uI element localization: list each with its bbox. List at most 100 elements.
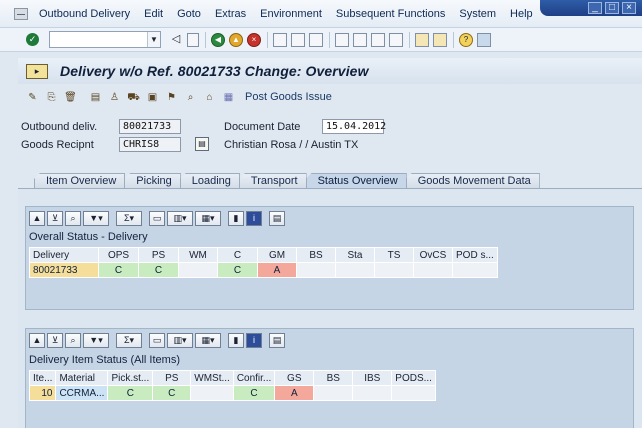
post-goods-issue-button[interactable]: Post Goods Issue	[245, 91, 332, 103]
tab-loading[interactable]: Loading	[179, 173, 240, 188]
info-icon[interactable]: i	[246, 332, 262, 348]
find-icon[interactable]	[291, 32, 305, 47]
menu-subsequent-functions[interactable]: Subsequent Functions	[336, 8, 445, 20]
first-page-icon[interactable]	[335, 32, 349, 47]
graphic-icon[interactable]: ▮	[228, 210, 244, 226]
column-select-icon[interactable]: ▤	[269, 210, 285, 226]
column-header[interactable]: PODS...	[391, 370, 436, 386]
delivery-cell[interactable]: 80021733	[29, 262, 99, 278]
details-icon[interactable]: ▲	[29, 210, 45, 226]
menu-extras[interactable]: Extras	[215, 8, 246, 20]
other-delivery-icon[interactable]: ⎘	[45, 91, 58, 104]
table-row[interactable]: 10 CCRMA... C C C A	[28, 385, 436, 401]
new-session-icon[interactable]	[415, 32, 429, 47]
status-cell[interactable]: C	[152, 385, 192, 401]
print-preview-icon[interactable]: ▭	[149, 210, 165, 226]
column-select-icon[interactable]: ▤	[269, 332, 285, 348]
table-row[interactable]: 80021733 C C C A	[29, 262, 498, 278]
status-cell[interactable]: C	[98, 262, 139, 278]
status-cell[interactable]	[313, 385, 354, 401]
sum-icon[interactable]: Σ▾	[116, 332, 142, 348]
tab-goods-movement-data[interactable]: Goods Movement Data	[405, 173, 540, 188]
column-header[interactable]: C	[217, 247, 258, 263]
minimize-button[interactable]: _	[588, 2, 602, 14]
status-cell[interactable]	[452, 262, 498, 278]
status-cell[interactable]: A	[274, 385, 315, 401]
column-header[interactable]: OvCS	[413, 247, 453, 263]
status-cell[interactable]	[190, 385, 234, 401]
partner-icon[interactable]: ♙	[108, 91, 121, 104]
search-items-icon[interactable]: ⌕	[184, 91, 197, 104]
status-cell[interactable]	[374, 262, 414, 278]
menu-environment[interactable]: Environment	[260, 8, 322, 20]
column-header[interactable]: GS	[274, 370, 315, 386]
column-header[interactable]: BS	[296, 247, 336, 263]
layout-select-icon[interactable]: ▦▾	[195, 332, 221, 348]
packing-icon[interactable]: ▣	[146, 91, 159, 104]
header-details-icon[interactable]: ▤	[89, 91, 102, 104]
column-header[interactable]: OPS	[98, 247, 139, 263]
column-header[interactable]: IBS	[352, 370, 393, 386]
column-header[interactable]: Material	[55, 370, 109, 386]
menu-outbound-delivery[interactable]: Outbound Delivery	[39, 8, 130, 20]
export-icon[interactable]: ▥▾	[167, 210, 193, 226]
save-disk-icon[interactable]	[187, 32, 199, 47]
document-date-field[interactable]: 15.04.2012	[322, 119, 386, 134]
print-preview-icon[interactable]: ▭	[149, 332, 165, 348]
column-header[interactable]: Ite...	[28, 370, 57, 386]
address-icon[interactable]: ▤	[195, 137, 209, 151]
maximize-button[interactable]: □	[605, 2, 619, 14]
command-field[interactable]: ▼	[49, 31, 161, 48]
column-header[interactable]: BS	[313, 370, 354, 386]
details-icon[interactable]: ▲	[29, 332, 45, 348]
status-cell[interactable]: C	[138, 262, 179, 278]
goods-recipient-field[interactable]: CHRIS8	[119, 137, 181, 152]
help-icon[interactable]: ?	[459, 32, 473, 47]
filter-icon[interactable]: ▼▾	[83, 210, 109, 226]
goods-receipt-icon[interactable]: ⛟	[127, 91, 140, 104]
item-number-cell[interactable]: 10	[28, 385, 57, 401]
column-header[interactable]: PS	[138, 247, 179, 263]
status-cell[interactable]	[296, 262, 336, 278]
info-icon[interactable]: i	[246, 210, 262, 226]
column-header[interactable]: WMSt...	[190, 370, 234, 386]
menu-goto[interactable]: Goto	[177, 8, 201, 20]
save-icon[interactable]: ◁	[169, 33, 183, 47]
status-cell[interactable]	[413, 262, 453, 278]
status-cell[interactable]: C	[232, 385, 276, 401]
filter-set-icon[interactable]: ⊻	[47, 332, 63, 348]
material-cell[interactable]: CCRMA...	[55, 385, 109, 401]
print-icon[interactable]	[273, 32, 287, 47]
filter-icon[interactable]: ▼▾	[83, 332, 109, 348]
menu-help[interactable]: Help	[510, 8, 533, 20]
last-page-icon[interactable]	[389, 32, 403, 47]
delete-icon[interactable]: 🗑	[64, 91, 77, 104]
tab-status-overview[interactable]: Status Overview	[305, 173, 407, 188]
column-header[interactable]: Sta	[335, 247, 375, 263]
status-cell[interactable]	[335, 262, 375, 278]
menu-system[interactable]: System	[459, 8, 496, 20]
column-header[interactable]: Pick.st...	[107, 370, 154, 386]
graphic-icon[interactable]: ▮	[228, 332, 244, 348]
tab-picking[interactable]: Picking	[124, 173, 181, 188]
cancel-icon[interactable]: ×	[247, 32, 261, 47]
find-icon[interactable]: ⌕	[65, 210, 81, 226]
status-cell[interactable]	[391, 385, 436, 401]
status-cell[interactable]: C	[107, 385, 154, 401]
status-cell[interactable]	[178, 262, 218, 278]
column-header[interactable]: Delivery	[29, 247, 99, 263]
display-change-icon[interactable]: ✎	[26, 91, 39, 104]
exit-icon[interactable]: ▲	[229, 32, 243, 47]
status-cell[interactable]: A	[257, 262, 297, 278]
close-button[interactable]: ×	[622, 2, 636, 14]
column-header[interactable]: POD s...	[452, 247, 498, 263]
layout-select-icon[interactable]: ▦▾	[195, 210, 221, 226]
column-header[interactable]: PS	[152, 370, 192, 386]
shortcut-icon[interactable]	[433, 32, 447, 47]
command-dropdown-icon[interactable]: ▼	[147, 32, 160, 47]
batch-split-icon[interactable]: ⚑	[165, 91, 178, 104]
column-header[interactable]: GM	[257, 247, 297, 263]
status-cell[interactable]: C	[217, 262, 258, 278]
menu-edit[interactable]: Edit	[144, 8, 163, 20]
tab-transport[interactable]: Transport	[238, 173, 307, 188]
